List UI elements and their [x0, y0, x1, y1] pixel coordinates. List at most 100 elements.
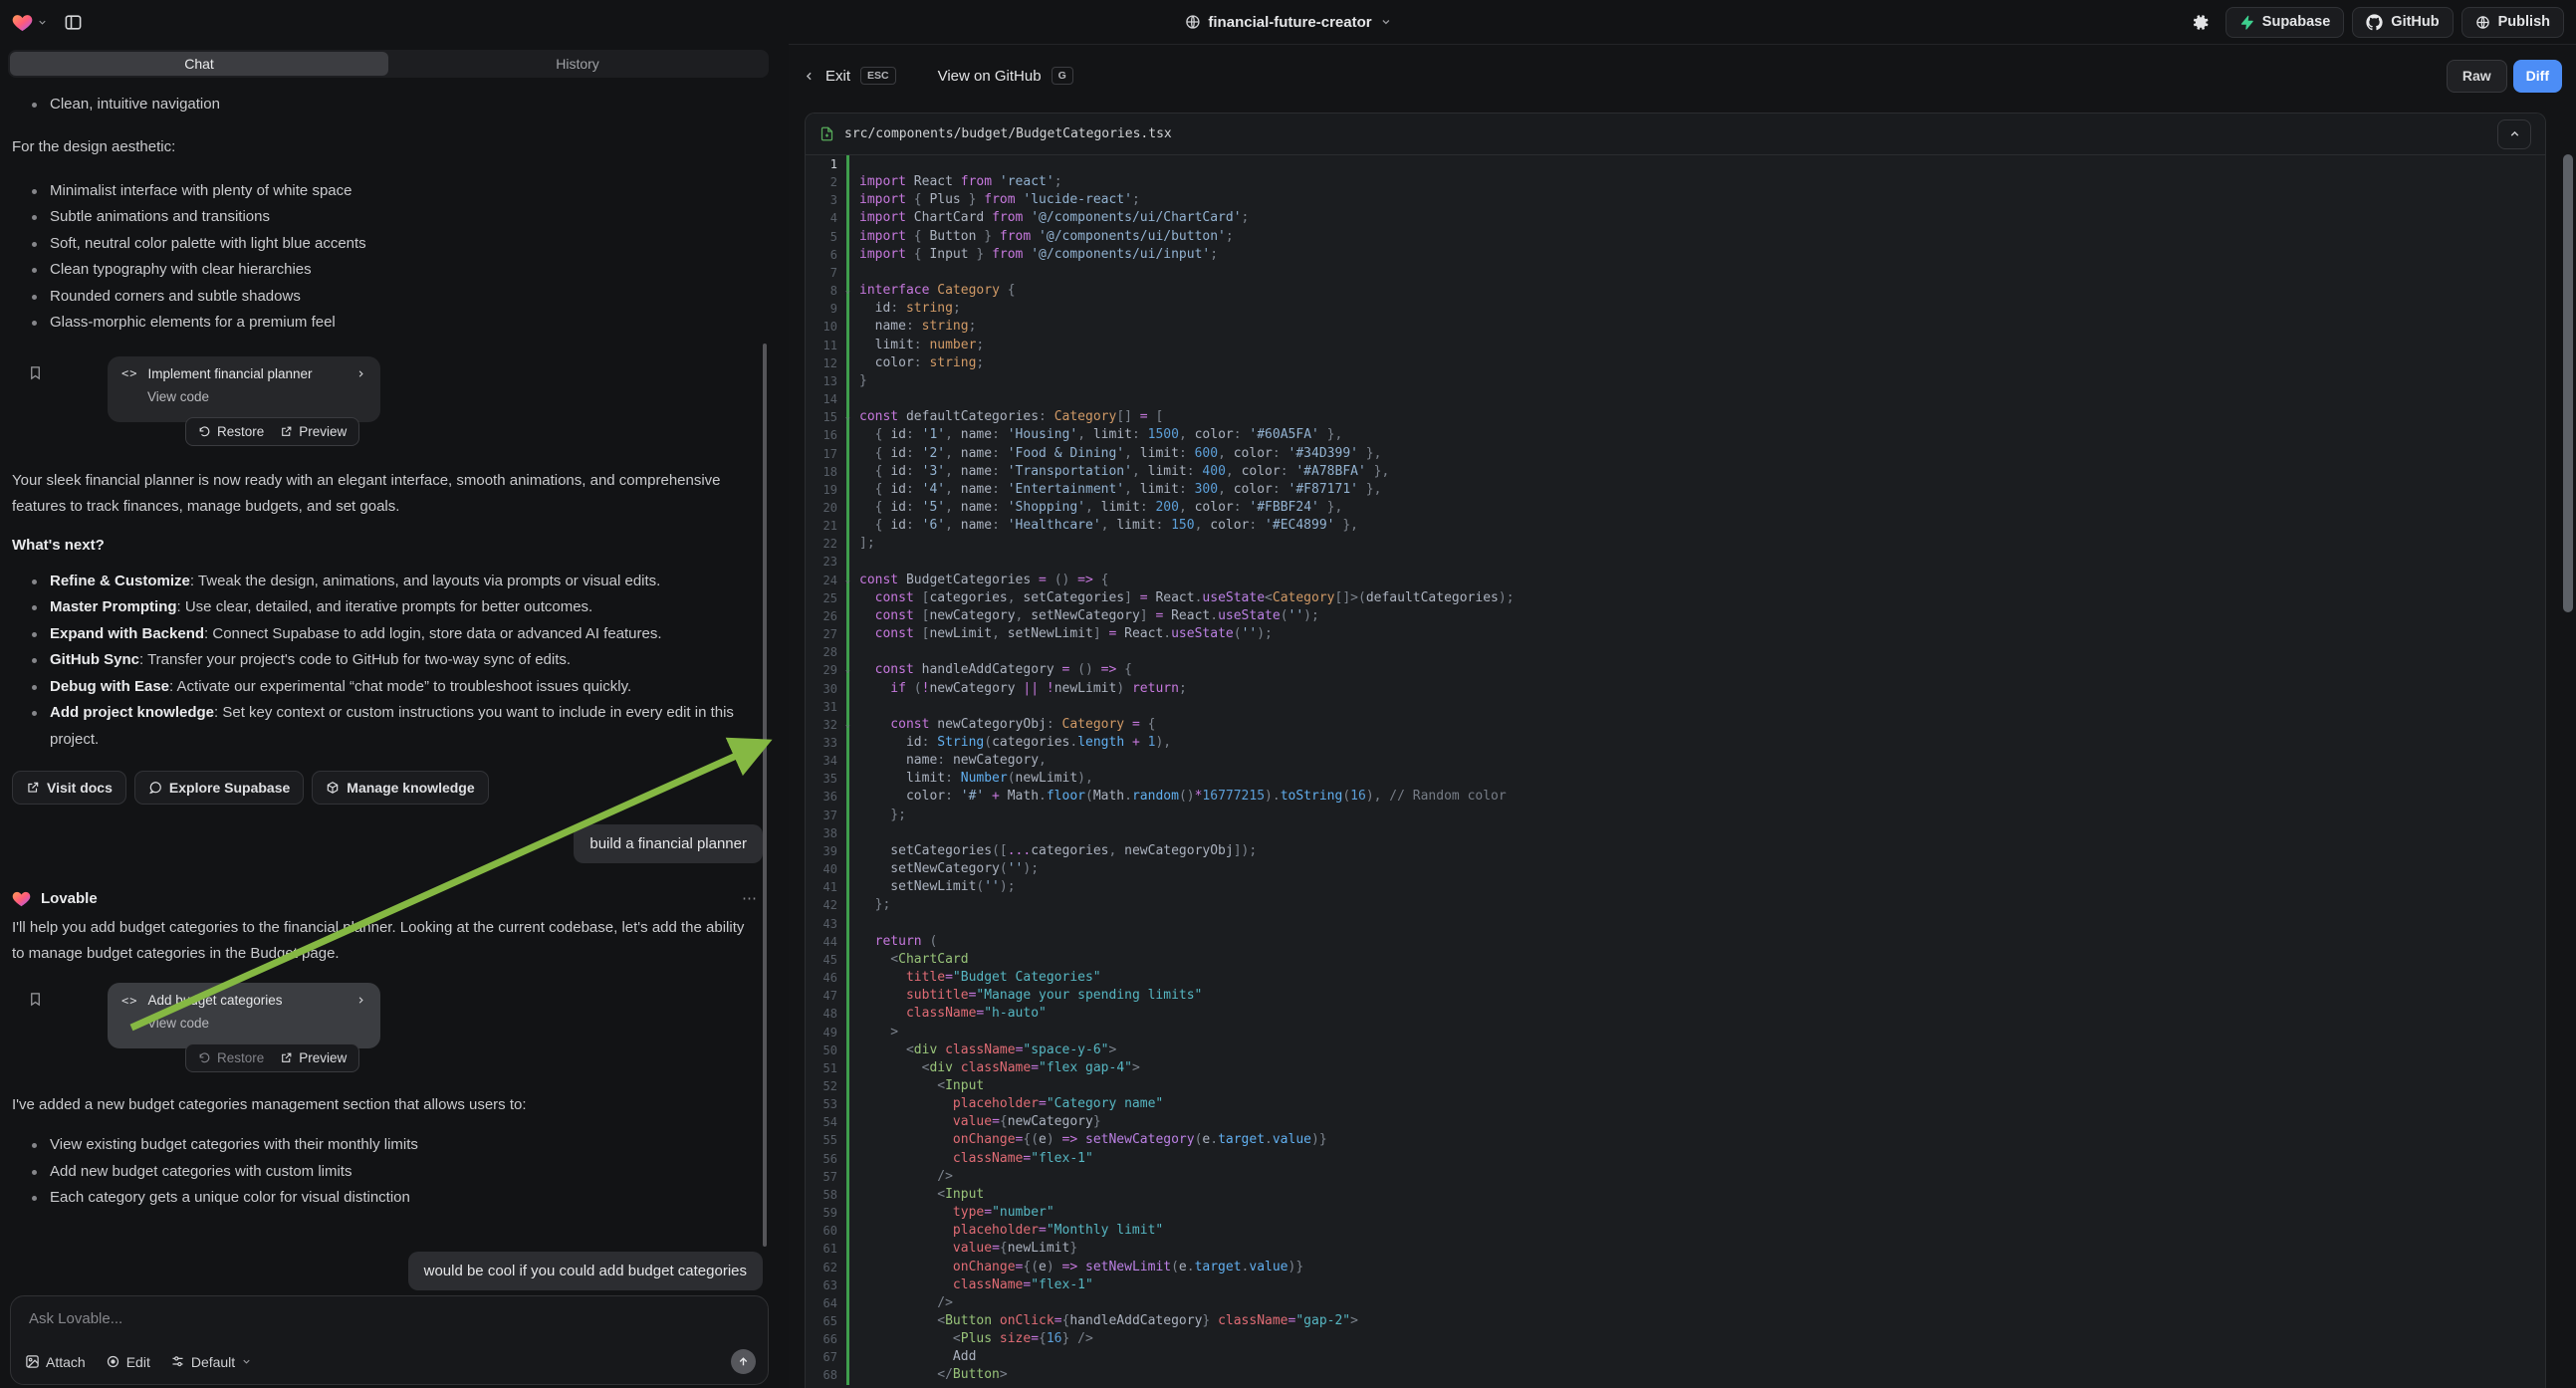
message-menu-button[interactable]: ⋯ [742, 889, 759, 907]
line-number: 43 [806, 915, 841, 933]
view-code-link[interactable]: View code [147, 1016, 366, 1031]
exit-button[interactable]: Exit [825, 68, 850, 85]
tab-history[interactable]: History [388, 52, 767, 76]
line-number: 33 [806, 734, 841, 752]
code-line: 43 [806, 915, 2545, 933]
external-link-icon [280, 1051, 293, 1064]
file-path-bar[interactable]: src/components/budget/BudgetCategories.t… [806, 114, 2545, 155]
bookmark-icon[interactable] [28, 991, 43, 1008]
chevron-down-icon [37, 17, 48, 28]
line-number: 4 [806, 209, 841, 227]
chat-tabs: Chat History [8, 50, 769, 78]
line-number: 5 [806, 228, 841, 246]
composer: Attach Edit Default [10, 1295, 769, 1385]
model-selector[interactable]: Default [170, 1354, 252, 1370]
restore-button[interactable]: Restore [198, 424, 264, 439]
supabase-button[interactable]: Supabase [2225, 7, 2345, 38]
code-editor[interactable]: 12import React from 'react';3import { Pl… [806, 155, 2545, 1388]
fold-caret-icon[interactable]: ⌄ [845, 408, 850, 426]
code-line: 66 <Plus size={16} /> [806, 1330, 2545, 1348]
line-number: 56 [806, 1150, 841, 1168]
code-line: 17 { id: '2', name: 'Food & Dining', lim… [806, 445, 2545, 463]
diff-toggle-button[interactable]: Diff [2513, 60, 2562, 93]
preview-button[interactable]: Preview [280, 1050, 347, 1065]
list-item: GitHub Sync: Transfer your project's cod… [12, 647, 757, 674]
github-button[interactable]: GitHub [2352, 7, 2453, 38]
code-line: 36 color: '#' + Math.floor(Math.random()… [806, 788, 2545, 806]
list-item: View existing budget categories with the… [12, 1132, 757, 1159]
line-number: 29⌄ [806, 661, 841, 679]
attach-button[interactable]: Attach [25, 1354, 86, 1370]
whats-next-list: Refine & Customize: Tweak the design, an… [12, 569, 765, 754]
view-code-link[interactable]: View code [147, 389, 366, 404]
line-number: 20 [806, 499, 841, 517]
visit-docs-button[interactable]: Visit docs [12, 771, 126, 805]
publish-button[interactable]: Publish [2461, 7, 2564, 38]
bookmark-icon[interactable] [28, 364, 43, 381]
line-number: 9 [806, 300, 841, 318]
list-item: Debug with Ease: Activate our experiment… [12, 674, 757, 701]
lovable-menu[interactable] [12, 13, 48, 32]
restore-button[interactable]: Restore [198, 1050, 264, 1065]
send-button[interactable] [731, 1349, 756, 1374]
preview-button[interactable]: Preview [280, 424, 347, 439]
tool-card-title: Implement financial planner [147, 366, 312, 381]
tool-card-implement-planner[interactable]: <> Implement financial planner View code… [108, 356, 380, 422]
raw-toggle-button[interactable]: Raw [2447, 60, 2507, 93]
sliders-icon [170, 1354, 185, 1369]
code-scrollbar[interactable] [2563, 154, 2573, 612]
line-number: 19 [806, 481, 841, 499]
line-number: 49 [806, 1024, 841, 1041]
chat-input[interactable] [29, 1310, 750, 1340]
line-number: 65 [806, 1312, 841, 1330]
restore-preview-pill: Restore Preview [185, 1043, 359, 1072]
line-number: 21 [806, 517, 841, 535]
code-line: 56 className="flex-1" [806, 1150, 2545, 1168]
fold-caret-icon[interactable]: ⌄ [845, 282, 850, 300]
line-number: 40 [806, 860, 841, 878]
code-line: 53 placeholder="Category name" [806, 1095, 2545, 1113]
view-on-github-button[interactable]: View on GitHub [938, 68, 1042, 85]
line-number: 6 [806, 246, 841, 264]
code-line: 23 [806, 553, 2545, 571]
code-line: 67 Add [806, 1348, 2545, 1366]
github-icon [2366, 14, 2383, 31]
code-line: 59 type="number" [806, 1204, 2545, 1222]
line-number: 8⌄ [806, 282, 841, 300]
line-number: 66 [806, 1330, 841, 1348]
list-item: Rounded corners and subtle shadows [12, 284, 757, 311]
project-switcher[interactable]: financial-future-creator [1184, 14, 1391, 31]
settings-button[interactable] [2184, 7, 2218, 37]
explore-supabase-button[interactable]: Explore Supabase [134, 771, 304, 805]
line-number: 26 [806, 607, 841, 625]
lovable-logo-icon [12, 890, 31, 907]
tool-card-add-budget-categories[interactable]: <> Add budget categories View code Resto… [108, 983, 380, 1048]
collapse-file-button[interactable] [2497, 119, 2531, 149]
code-line: 13} [806, 372, 2545, 390]
fold-caret-icon[interactable]: ⌄ [845, 716, 850, 734]
file-path: src/components/budget/BudgetCategories.t… [844, 126, 1172, 141]
image-icon [25, 1354, 40, 1369]
code-line: 64 /> [806, 1294, 2545, 1312]
fold-caret-icon[interactable]: ⌄ [845, 661, 850, 679]
line-number: 50 [806, 1041, 841, 1059]
line-number: 52 [806, 1077, 841, 1095]
code-line: 52 <Input [806, 1077, 2545, 1095]
edit-button[interactable]: Edit [106, 1354, 150, 1370]
line-number: 38 [806, 824, 841, 842]
sidebar-toggle-button[interactable] [56, 7, 90, 37]
chat-message-list[interactable]: Clean, intuitive navigation For the desi… [0, 84, 789, 1290]
line-number: 15⌄ [806, 408, 841, 426]
fold-caret-icon[interactable]: ⌄ [845, 572, 850, 589]
code-line: 60 placeholder="Monthly limit" [806, 1222, 2545, 1240]
manage-knowledge-button[interactable]: Manage knowledge [312, 771, 488, 805]
supabase-label: Supabase [2262, 14, 2331, 30]
chat-scrollbar[interactable] [763, 344, 767, 1247]
tab-chat[interactable]: Chat [10, 52, 388, 76]
code-line: 47 subtitle="Manage your spending limits… [806, 987, 2545, 1005]
assistant-message-added: I've added a new budget categories manag… [12, 1092, 757, 1118]
code-line: 12 color: string; [806, 354, 2545, 372]
list-item: Clean typography with clear hierarchies [12, 257, 757, 284]
line-number: 27 [806, 625, 841, 643]
code-line: 2import React from 'react'; [806, 173, 2545, 191]
